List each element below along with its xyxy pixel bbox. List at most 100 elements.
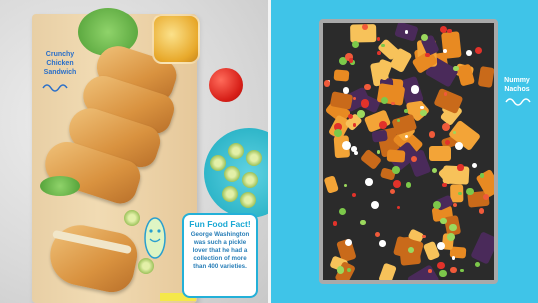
nacho-topping bbox=[431, 168, 437, 174]
nacho-topping bbox=[450, 266, 457, 274]
pickle-slice bbox=[246, 150, 262, 166]
nacho-topping bbox=[374, 231, 380, 237]
nacho-topping bbox=[353, 151, 358, 156]
nacho-topping bbox=[425, 53, 430, 58]
nacho-topping bbox=[471, 162, 478, 169]
nacho-topping bbox=[379, 120, 388, 129]
honey-jar bbox=[152, 14, 200, 64]
nacho-topping bbox=[371, 200, 380, 209]
nacho-topping bbox=[376, 37, 381, 42]
nacho-topping bbox=[392, 179, 401, 188]
nacho-topping bbox=[351, 146, 358, 152]
nacho-chip bbox=[470, 231, 494, 265]
nacho-topping bbox=[428, 269, 432, 273]
nacho-topping bbox=[365, 178, 373, 186]
nacho-topping bbox=[451, 256, 456, 260]
nacho-chip bbox=[386, 149, 406, 164]
nacho-topping bbox=[334, 128, 343, 137]
nacho-topping bbox=[347, 113, 353, 120]
nacho-topping bbox=[389, 188, 395, 194]
pickle-slice bbox=[210, 155, 226, 171]
nacho-topping bbox=[332, 221, 338, 226]
nacho-topping bbox=[410, 85, 420, 94]
nacho-topping bbox=[343, 183, 347, 187]
nacho-topping bbox=[428, 131, 436, 138]
nacho-topping bbox=[357, 110, 365, 118]
nacho-topping bbox=[439, 269, 447, 278]
nacho-topping bbox=[351, 192, 357, 198]
nacho-topping bbox=[437, 262, 445, 270]
nacho-topping bbox=[341, 141, 351, 151]
nacho-topping bbox=[474, 47, 482, 55]
nacho-tray bbox=[319, 19, 498, 284]
lettuce-leaf bbox=[40, 176, 80, 196]
fun-fact-title: Fun Food Fact! bbox=[189, 219, 251, 229]
pickle-slice bbox=[242, 172, 258, 188]
nacho-topping bbox=[410, 156, 417, 163]
nacho-topping bbox=[352, 40, 360, 48]
nacho-topping bbox=[405, 182, 412, 188]
nacho-topping bbox=[342, 86, 350, 94]
sandwich-label: Crunchy Chicken Sandwich bbox=[43, 51, 77, 76]
nacho-topping bbox=[441, 122, 451, 132]
pickle-mascot-icon bbox=[144, 217, 166, 259]
squiggle-arrow-icon bbox=[42, 84, 68, 92]
nacho-topping bbox=[422, 234, 426, 239]
nacho-topping bbox=[442, 182, 447, 188]
nacho-topping bbox=[475, 262, 481, 268]
nacho-topping bbox=[392, 165, 400, 174]
nacho-topping bbox=[465, 49, 472, 56]
nacho-topping bbox=[479, 173, 485, 178]
fun-fact-body: George Washington was such a pickle love… bbox=[190, 231, 250, 270]
magazine-spread: Crunchy Chicken Sandwich Nummy Nachos Fu… bbox=[0, 0, 538, 303]
nacho-topping bbox=[453, 202, 458, 207]
nacho-topping bbox=[457, 164, 464, 171]
nacho-chip bbox=[371, 130, 388, 143]
nacho-topping bbox=[460, 268, 464, 272]
pickle-slice bbox=[222, 186, 238, 202]
nacho-topping bbox=[452, 131, 456, 135]
nacho-topping bbox=[453, 65, 459, 72]
nacho-topping bbox=[360, 98, 370, 108]
nacho-topping bbox=[457, 191, 462, 196]
nacho-topping bbox=[420, 109, 427, 117]
nacho-topping bbox=[447, 29, 452, 34]
tomato bbox=[209, 68, 243, 102]
nacho-topping bbox=[397, 205, 401, 209]
nacho-chip bbox=[442, 164, 470, 185]
nacho-chip bbox=[333, 68, 350, 81]
nacho-topping bbox=[391, 101, 395, 106]
nacho-topping bbox=[376, 150, 381, 155]
squiggle-arrow-icon bbox=[505, 98, 531, 106]
nacho-topping bbox=[478, 207, 485, 214]
nacho-chip bbox=[428, 145, 451, 162]
nacho-topping bbox=[404, 134, 409, 138]
nacho-topping bbox=[439, 217, 447, 225]
nacho-topping bbox=[420, 105, 424, 110]
nacho-chip bbox=[477, 66, 494, 89]
nacho-topping bbox=[455, 141, 464, 150]
nacho-topping bbox=[404, 30, 409, 34]
pickle-slice bbox=[124, 210, 140, 226]
pickle-slice bbox=[240, 192, 256, 208]
nacho-chip bbox=[448, 119, 482, 152]
nacho-chip bbox=[441, 31, 463, 60]
fun-fact-box: Fun Food Fact! George Washington was suc… bbox=[182, 213, 258, 298]
nacho-topping bbox=[380, 96, 389, 105]
nacho-topping bbox=[448, 223, 457, 232]
nacho-chip bbox=[323, 175, 340, 195]
nacho-topping bbox=[377, 51, 382, 56]
nacho-topping bbox=[360, 219, 366, 226]
nachos-label: Nummy Nachos bbox=[504, 77, 530, 93]
nacho-topping bbox=[363, 83, 371, 91]
nacho-topping bbox=[379, 240, 386, 247]
nacho-topping bbox=[446, 233, 455, 242]
nacho-chip bbox=[407, 264, 440, 280]
nacho-topping bbox=[338, 207, 346, 215]
pickle-slice bbox=[228, 143, 244, 159]
nacho-topping bbox=[323, 80, 331, 87]
nacho-topping bbox=[432, 200, 442, 209]
nacho-chip bbox=[378, 262, 398, 280]
nacho-topping bbox=[381, 43, 385, 48]
pickle-slice bbox=[224, 166, 240, 182]
